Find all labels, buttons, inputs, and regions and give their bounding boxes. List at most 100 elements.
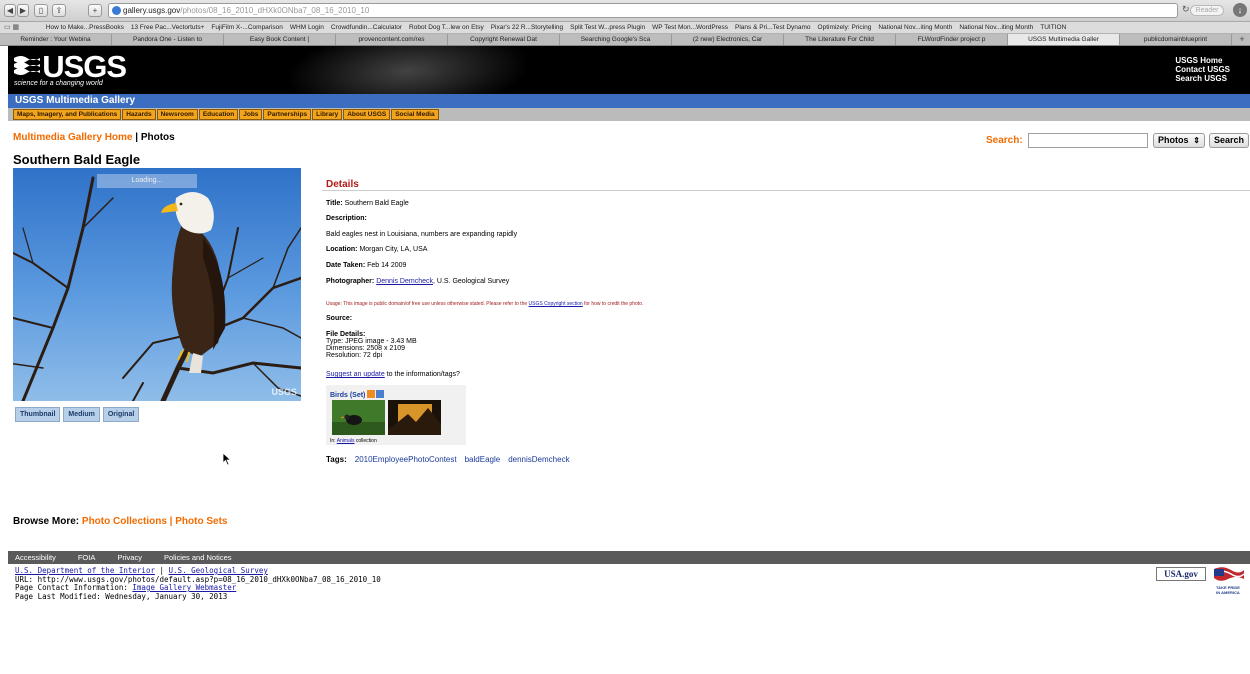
breadcrumb: Multimedia Gallery Home | Photos xyxy=(13,132,175,143)
new-tab-icon[interactable]: + xyxy=(88,4,102,17)
date-label: Date Taken: xyxy=(326,262,366,269)
browser-tab[interactable]: Pandora One - Listen to xyxy=(112,34,224,45)
mouse-cursor-icon xyxy=(222,452,232,466)
browser-tab[interactable]: Searching Google's Sca xyxy=(560,34,672,45)
browse-separator: | xyxy=(166,516,176,527)
usgs-wave-icon xyxy=(14,56,40,75)
nav-link[interactable]: Jobs xyxy=(239,109,263,120)
tag-link[interactable]: 2010EmployeePhotoContest xyxy=(355,455,457,464)
search-input[interactable] xyxy=(1028,133,1148,148)
usage-notice: Usage: This image is public domain/of fr… xyxy=(326,301,643,307)
downloads-icon[interactable]: ↓ xyxy=(1233,3,1247,17)
tag-link[interactable]: baldEagle xyxy=(465,455,501,464)
bookmark-item[interactable]: Pixar's 22 R...Storytelling xyxy=(491,22,563,33)
tab-bar: Reminder : Your Webina Pandora One - List… xyxy=(0,34,1250,46)
set-thumbnail-2[interactable] xyxy=(388,400,441,435)
thumbnail-button[interactable]: Thumbnail xyxy=(15,407,61,422)
address-bar[interactable]: gallery.usgs.gov/photos/08_16_2010_dHXk0… xyxy=(108,3,1178,18)
nav-link[interactable]: Education xyxy=(198,109,239,120)
set-title-link[interactable]: Birds (Set) xyxy=(330,392,365,399)
foia-link[interactable]: FOIA xyxy=(78,551,96,564)
bookmark-item[interactable]: How to Make...PressBooks xyxy=(46,22,124,33)
photographer-org: , U.S. Geological Survey xyxy=(433,278,510,285)
animals-collection-link[interactable]: Animals xyxy=(337,438,355,444)
back-icon[interactable]: ◀ xyxy=(4,4,16,17)
breadcrumb-separator: | xyxy=(132,132,141,143)
bookmarks-icon[interactable]: ▯ xyxy=(34,4,48,17)
accessibility-link[interactable]: Accessibility xyxy=(15,551,56,564)
nav-link[interactable]: About USGS xyxy=(343,109,391,120)
photo-sets-link[interactable]: Photo Sets xyxy=(175,516,227,527)
bookmark-item[interactable]: Optimizely: Pricing xyxy=(818,22,872,33)
search-usgs-link[interactable]: Search USGS xyxy=(1175,74,1230,83)
reload-icon[interactable]: ↻ xyxy=(1182,4,1190,15)
eagle-photo[interactable]: USGS xyxy=(13,168,301,401)
webmaster-link[interactable]: Image Gallery Webmaster xyxy=(132,583,236,592)
browser-tab[interactable]: (2 new) Electronics, Car xyxy=(672,34,784,45)
set-thumbnail-1[interactable] xyxy=(332,400,385,435)
copyright-link[interactable]: USGS Copyright section xyxy=(529,301,583,307)
share-icon[interactable]: ⇪ xyxy=(52,4,66,17)
browser-tab[interactable]: USGS Multimedia Galler xyxy=(1008,34,1120,45)
bookmark-item[interactable]: 13 Free Pac...Vectortuts+ xyxy=(131,22,205,33)
privacy-link[interactable]: Privacy xyxy=(117,551,142,564)
browser-tab[interactable]: Copyright Renewal Dat xyxy=(448,34,560,45)
search-type-select[interactable]: Photos ⇕ xyxy=(1153,133,1205,148)
nav-link[interactable]: Maps, Imagery, and Publications xyxy=(13,109,122,120)
date-value: Feb 14 2009 xyxy=(367,262,407,269)
location-label: Location: xyxy=(326,246,358,253)
page-title: Southern Bald Eagle xyxy=(13,152,141,167)
breadcrumb-home-link[interactable]: Multimedia Gallery Home xyxy=(13,132,132,143)
browser-tab[interactable]: provencontent.com/res xyxy=(336,34,448,45)
browse-more: Browse More: Photo Collections | Photo S… xyxy=(13,516,228,527)
new-tab-icon[interactable]: + xyxy=(1232,34,1250,45)
browser-tab[interactable]: FLWordFinder project p xyxy=(896,34,1008,45)
bookmark-item[interactable]: Crowdfundin...Calculator xyxy=(331,22,402,33)
tag-link[interactable]: dennisDemcheck xyxy=(508,455,569,464)
usagov-logo[interactable]: USA.gov xyxy=(1156,567,1206,581)
bookmark-item[interactable]: Split Test W...press Plugin xyxy=(570,22,645,33)
contact-usgs-link[interactable]: Contact USGS xyxy=(1175,65,1230,74)
usgs-home-link[interactable]: USGS Home xyxy=(1175,56,1230,65)
photographer-link[interactable]: Dennis Demcheck xyxy=(376,278,433,285)
reading-list-icon[interactable]: ▭ ▦ xyxy=(0,22,44,33)
nav-link[interactable]: Hazards xyxy=(122,109,156,120)
bookmark-item[interactable]: FujiFilm X-...Comparison xyxy=(211,22,283,33)
browser-tab[interactable]: Reminder : Your Webina xyxy=(0,34,112,45)
bookmark-item[interactable]: National Nov...iting Month xyxy=(878,22,952,33)
set-caption-suffix: collection xyxy=(354,438,377,444)
doi-link[interactable]: U.S. Department of the Interior xyxy=(15,566,155,575)
take-pride-logo[interactable]: TAKE PRIDE IN AMERICA xyxy=(1211,565,1245,599)
forward-icon[interactable]: ▶ xyxy=(17,4,29,17)
bookmark-item[interactable]: TUITION xyxy=(1040,22,1066,33)
nav-link[interactable]: Newsroom xyxy=(156,109,198,120)
browser-tab[interactable]: Easy Book Content | xyxy=(224,34,336,45)
title-label: Title: xyxy=(326,200,343,207)
bookmark-item[interactable]: Robot Dog T...lew on Etsy xyxy=(409,22,484,33)
photo-watermark: USGS xyxy=(271,387,297,397)
usgs-footer-link[interactable]: U.S. Geological Survey xyxy=(169,566,268,575)
nav-link[interactable]: Library xyxy=(312,109,343,120)
suggest-update-link[interactable]: Suggest an update xyxy=(326,371,385,378)
globe-icon xyxy=(112,6,121,15)
reader-button[interactable]: Reader xyxy=(1190,5,1224,16)
logo-tagline: science for a changing world xyxy=(14,80,103,87)
browser-tab[interactable]: publicdomainblueprint xyxy=(1120,34,1232,45)
rss-icon[interactable] xyxy=(367,390,376,398)
search-button[interactable]: Search xyxy=(1209,133,1249,148)
feed-icon[interactable] xyxy=(376,390,385,398)
medium-button[interactable]: Medium xyxy=(63,407,100,422)
browser-tab[interactable]: The Literature For Child xyxy=(784,34,896,45)
usgs-logo[interactable]: USGS xyxy=(14,51,127,82)
gallery-title-bar: USGS Multimedia Gallery xyxy=(8,94,1250,108)
bookmark-item[interactable]: WP Test Mon...WordPress xyxy=(652,22,728,33)
nav-link[interactable]: Social Media xyxy=(391,109,439,120)
policies-link[interactable]: Policies and Notices xyxy=(164,551,232,564)
original-button[interactable]: Original xyxy=(102,407,140,422)
photo-collections-link[interactable]: Photo Collections xyxy=(82,516,167,527)
bookmark-item[interactable]: National Nov...iting Month xyxy=(959,22,1033,33)
bookmark-item[interactable]: WHM Login xyxy=(290,22,324,33)
main-nav: Maps, Imagery, and Publications Hazards Ne… xyxy=(8,108,1250,121)
nav-link[interactable]: Partnerships xyxy=(263,109,312,120)
bookmark-item[interactable]: Plans & Pri...Test Dynamo xyxy=(735,22,811,33)
